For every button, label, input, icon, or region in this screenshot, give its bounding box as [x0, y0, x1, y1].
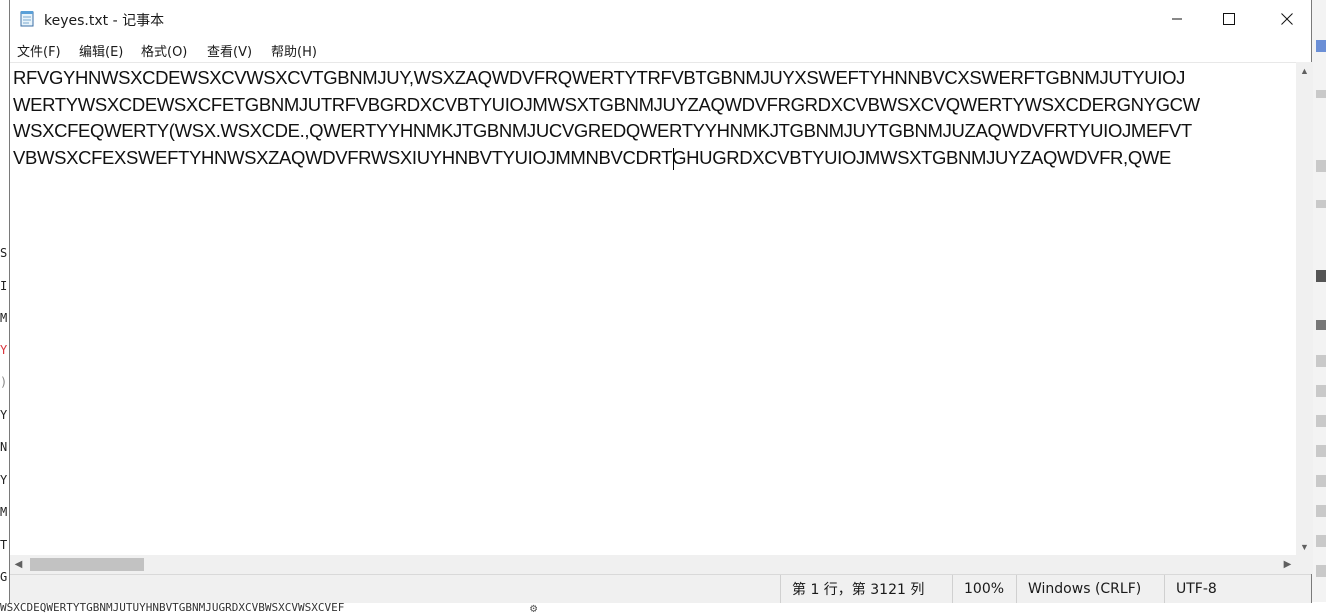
background-char: Y: [0, 473, 8, 487]
minimize-icon: [1172, 18, 1182, 20]
background-char: T: [0, 538, 8, 552]
gear-icon: ⚙: [530, 602, 538, 614]
background-window-left: S I M Y ) Y N Y M T G: [0, 0, 9, 614]
background-window-bottom: WSXCDEQWERTYTGBNMJUTUYHNBVTGBNMJUGRDXCVB…: [0, 602, 1326, 614]
status-line-ending: Windows (CRLF): [1016, 575, 1164, 603]
menu-help[interactable]: 帮助(H): [269, 41, 319, 60]
background-char: M: [0, 311, 8, 325]
scroll-right-icon[interactable]: ▶: [1279, 555, 1296, 574]
background-char: M: [0, 505, 8, 519]
scrollbar-corner: [1296, 555, 1313, 574]
minimize-button[interactable]: [1148, 0, 1206, 38]
background-char-highlight: Y: [0, 343, 8, 357]
background-char: G: [0, 570, 8, 584]
status-zoom: 100%: [952, 575, 1016, 603]
text-line: VBWSXCFEXSWEFTYHNWSXZAQWDVFRWSXIUYHNBVTY…: [13, 147, 1171, 168]
scroll-down-icon[interactable]: ▼: [1296, 538, 1313, 555]
menu-file[interactable]: 文件(F): [15, 41, 63, 60]
background-char: N: [0, 440, 8, 454]
text-line: WSXCFEQWERTY(WSX.WSXCDE.,QWERTYYHNMKJTGB…: [13, 120, 1192, 141]
scroll-up-icon[interactable]: ▲: [1296, 62, 1313, 79]
maximize-icon: [1223, 13, 1235, 25]
horizontal-scrollbar[interactable]: ◀ ▶: [10, 555, 1296, 574]
title-bar[interactable]: keyes.txt - 记事本: [10, 0, 1311, 38]
text-line: WERTYWSXCDEWSXCFETGBNMJUTRFVBGRDXCVBTYUI…: [13, 94, 1200, 115]
close-button[interactable]: [1258, 0, 1316, 38]
maximize-button[interactable]: [1200, 0, 1258, 38]
text-editor[interactable]: RFVGYHNWSXCDEWSXCVWSXCVTGBNMJUY,WSXZAQWD…: [10, 62, 1296, 556]
menu-bar: 文件(F) 编辑(E) 格式(O) 查看(V) 帮助(H): [10, 38, 1311, 62]
status-cursor-position: 第 1 行，第 3121 列: [780, 575, 952, 603]
background-text: WSXCDEQWERTYTGBNMJUTUYHNBVTGBNMJUGRDXCVB…: [0, 602, 345, 614]
notepad-icon: [20, 11, 34, 27]
text-line: RFVGYHNWSXCDEWSXCVWSXCVTGBNMJUY,WSXZAQWD…: [13, 67, 1186, 88]
menu-format[interactable]: 格式(O): [139, 41, 189, 60]
background-char: ): [0, 375, 8, 389]
menu-view[interactable]: 查看(V): [205, 41, 254, 60]
background-char: S: [0, 246, 8, 260]
vertical-scrollbar[interactable]: ▲ ▼: [1296, 62, 1313, 555]
window-title: keyes.txt - 记事本: [44, 13, 165, 29]
background-window-right: [1312, 0, 1326, 614]
horizontal-scroll-thumb[interactable]: [30, 558, 144, 571]
background-char: Y: [0, 408, 8, 422]
scroll-left-icon[interactable]: ◀: [10, 555, 27, 574]
close-icon: [1281, 13, 1293, 25]
text-caret: [673, 148, 674, 170]
menu-edit[interactable]: 编辑(E): [77, 41, 125, 60]
status-bar: 第 1 行，第 3121 列 100% Windows (CRLF) UTF-8: [10, 574, 1311, 603]
notepad-window: keyes.txt - 记事本 文件(F) 编辑(E) 格式(O) 查看(V) …: [9, 0, 1313, 603]
background-char: I: [0, 279, 8, 293]
status-encoding: UTF-8: [1164, 575, 1312, 603]
